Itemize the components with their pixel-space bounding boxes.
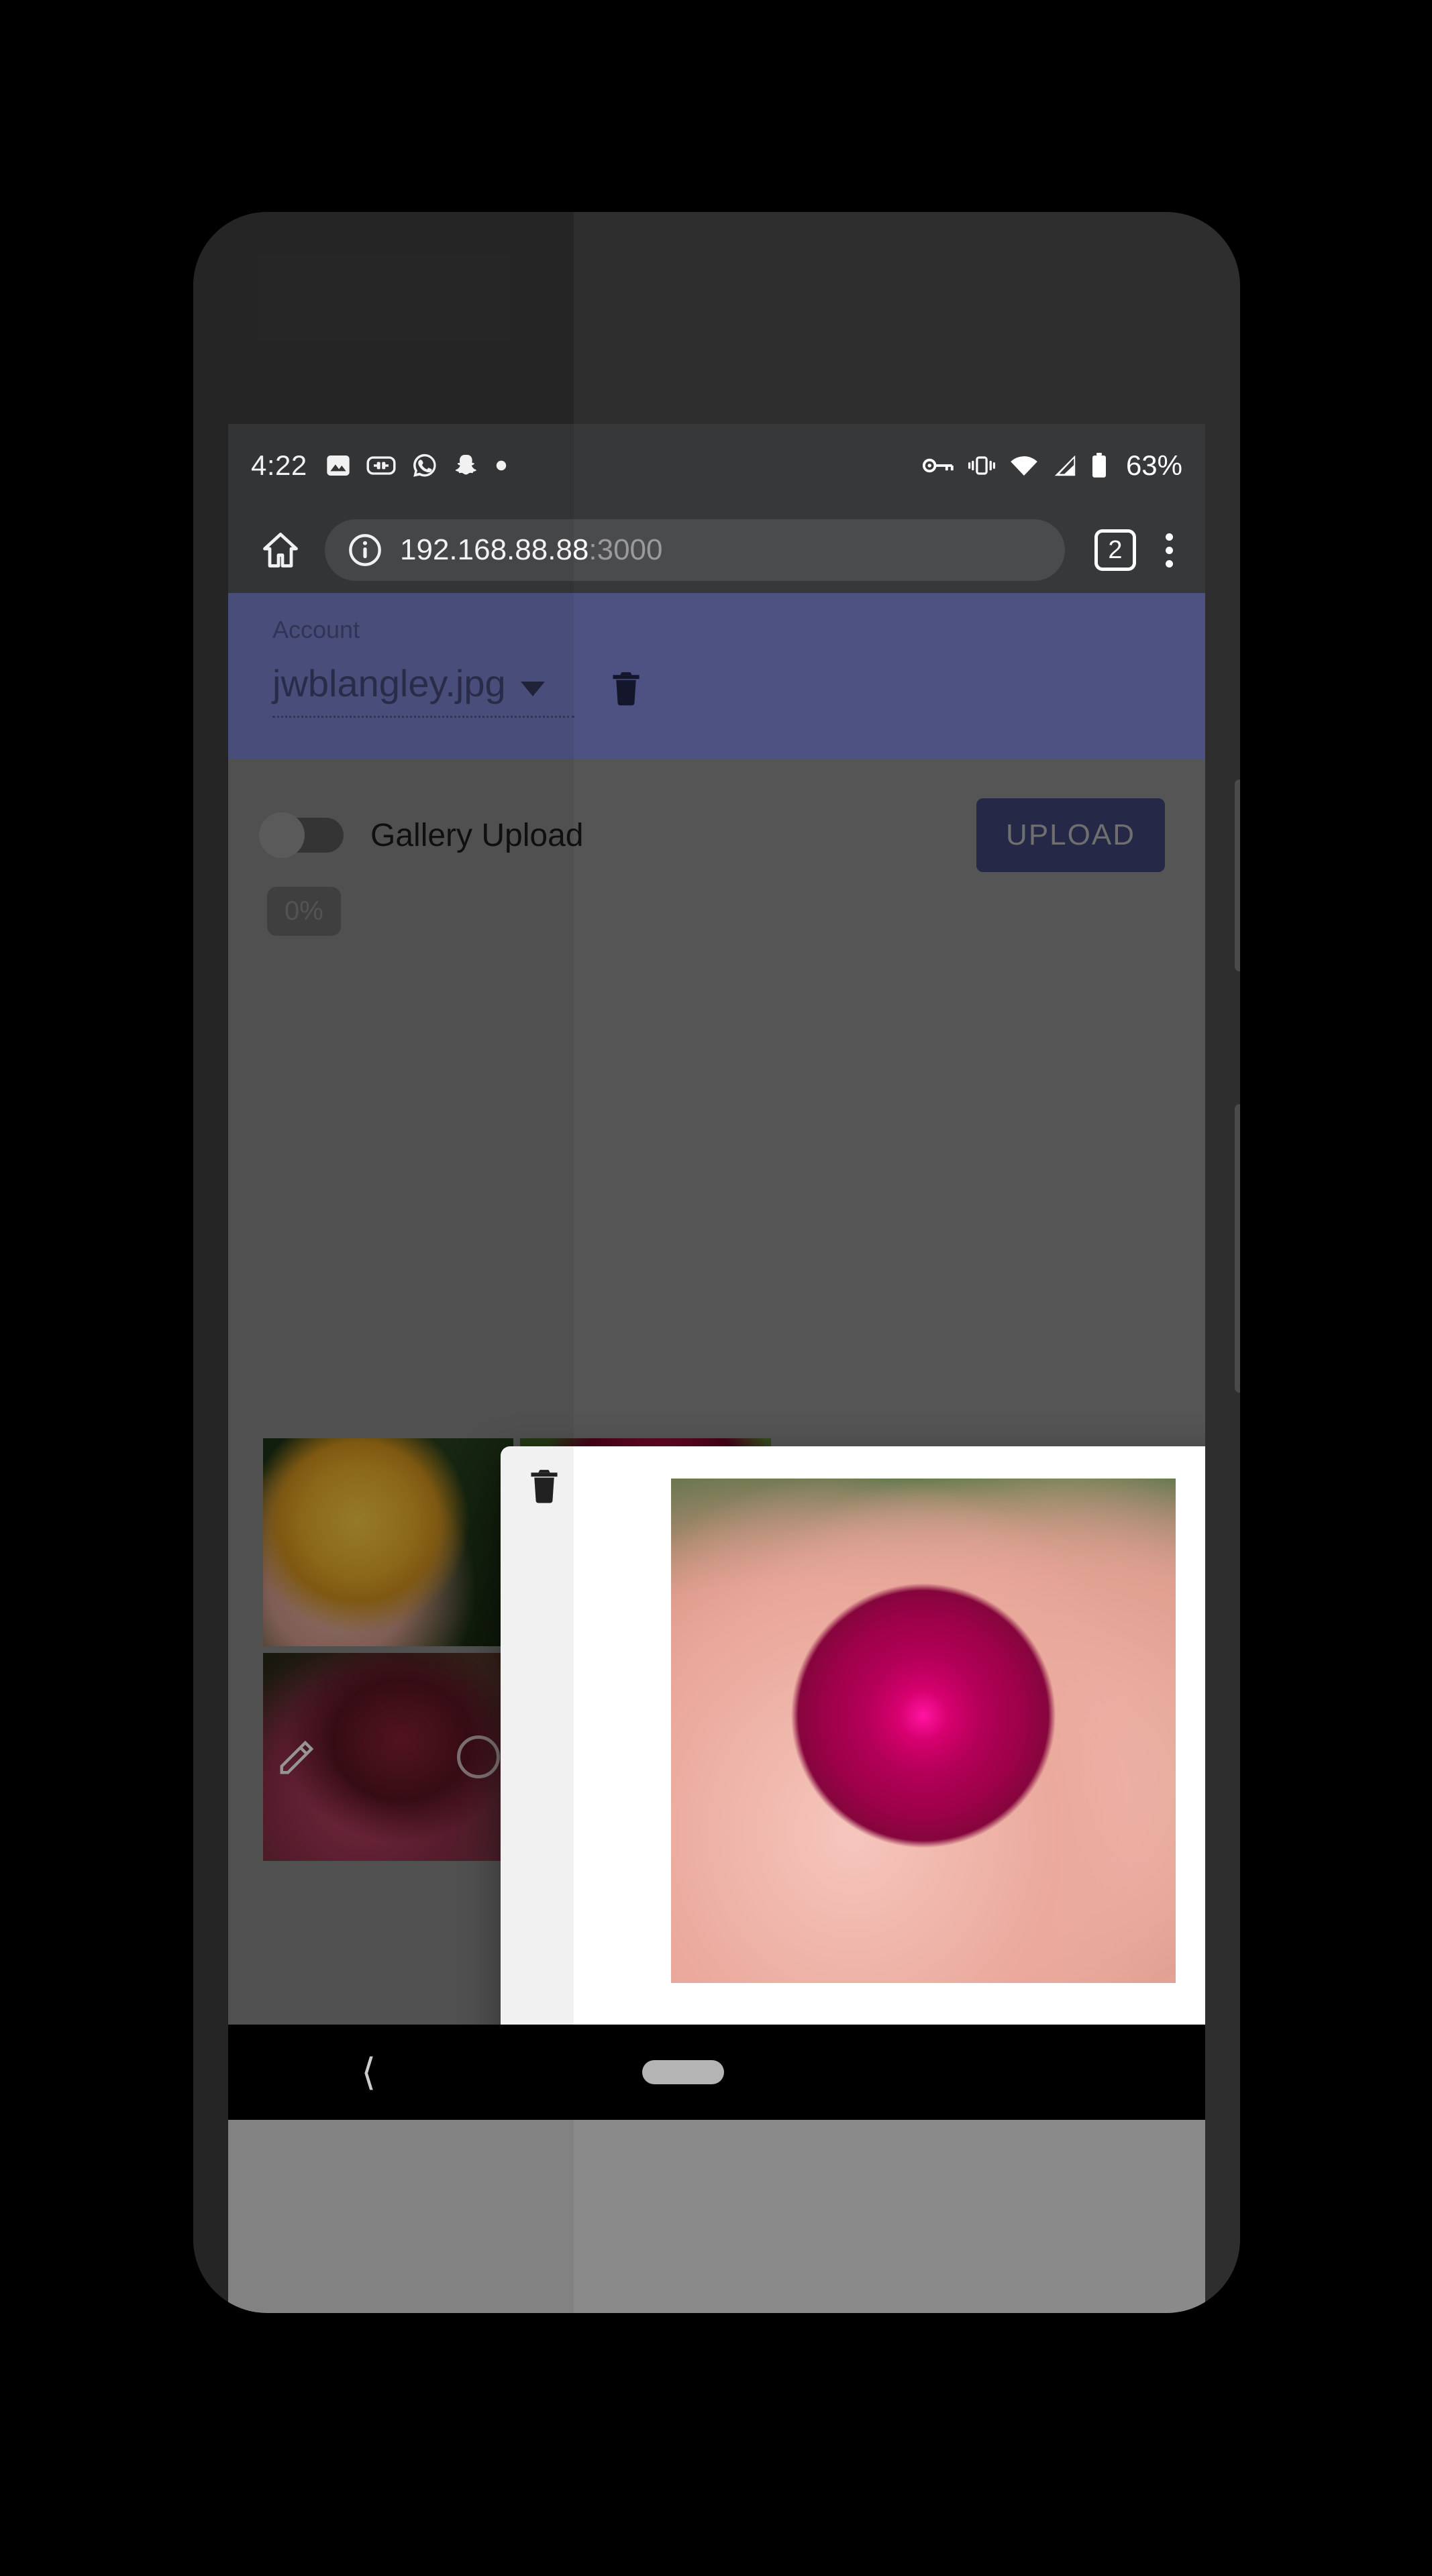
account-label: Account xyxy=(272,616,360,643)
trash-icon[interactable] xyxy=(529,1466,560,1509)
info-icon xyxy=(349,534,381,566)
power-button[interactable] xyxy=(1235,1104,1240,1393)
overflow-menu-icon[interactable] xyxy=(1154,533,1185,568)
home-icon[interactable] xyxy=(248,530,313,570)
account-select[interactable]: jwblangley.jpg xyxy=(272,661,574,718)
battery-percent-label: 63% xyxy=(1125,449,1182,481)
url-text: 192.168.88.88:3000 xyxy=(400,533,663,567)
tab-counter-button[interactable]: 2 xyxy=(1094,529,1136,571)
back-chevron-icon[interactable]: ⟨ xyxy=(361,2053,376,2091)
status-bar: 4:22 63% xyxy=(228,424,1205,507)
dot-icon xyxy=(496,460,506,471)
vibrate-icon xyxy=(968,456,995,475)
chevron-down-icon xyxy=(520,682,545,696)
account-filename: jwblangley.jpg xyxy=(272,662,506,704)
wifi-icon xyxy=(1011,456,1037,476)
whatsapp-icon xyxy=(413,453,436,477)
phone-frame: 4:22 63% 192.168.88.88:3000 2 Account jw… xyxy=(193,212,1240,2313)
magenta-flower-in-hand-photo xyxy=(671,1479,1176,1983)
photo-detail-modal: Caption SAVE xyxy=(501,1446,1205,2025)
snapchat-icon xyxy=(455,455,476,475)
navigation-bar: ⟨ xyxy=(228,2025,1205,2120)
battery-icon xyxy=(1092,453,1106,478)
gallery-image-icon xyxy=(327,455,350,476)
phone-screen: 4:22 63% 192.168.88.88:3000 2 Account jw… xyxy=(228,424,1205,2313)
usb-cable-icon xyxy=(366,456,396,475)
app-header: Account jwblangley.jpg xyxy=(228,593,1205,759)
home-pill-icon[interactable] xyxy=(642,2060,724,2084)
trash-icon[interactable] xyxy=(611,669,642,710)
url-input[interactable]: 192.168.88.88:3000 xyxy=(325,519,1065,581)
url-host: 192.168.88.88 xyxy=(400,533,589,566)
app-body: Gallery Upload UPLOAD 0% xyxy=(228,759,1205,2025)
url-port: :3000 xyxy=(589,533,663,566)
signal-icon xyxy=(1054,455,1076,476)
status-clock: 4:22 xyxy=(251,449,307,481)
browser-url-bar: 192.168.88.88:3000 2 xyxy=(228,507,1205,593)
volume-button[interactable] xyxy=(1235,780,1240,971)
account-row: jwblangley.jpg xyxy=(272,661,1161,718)
vpn-key-icon xyxy=(922,458,954,473)
